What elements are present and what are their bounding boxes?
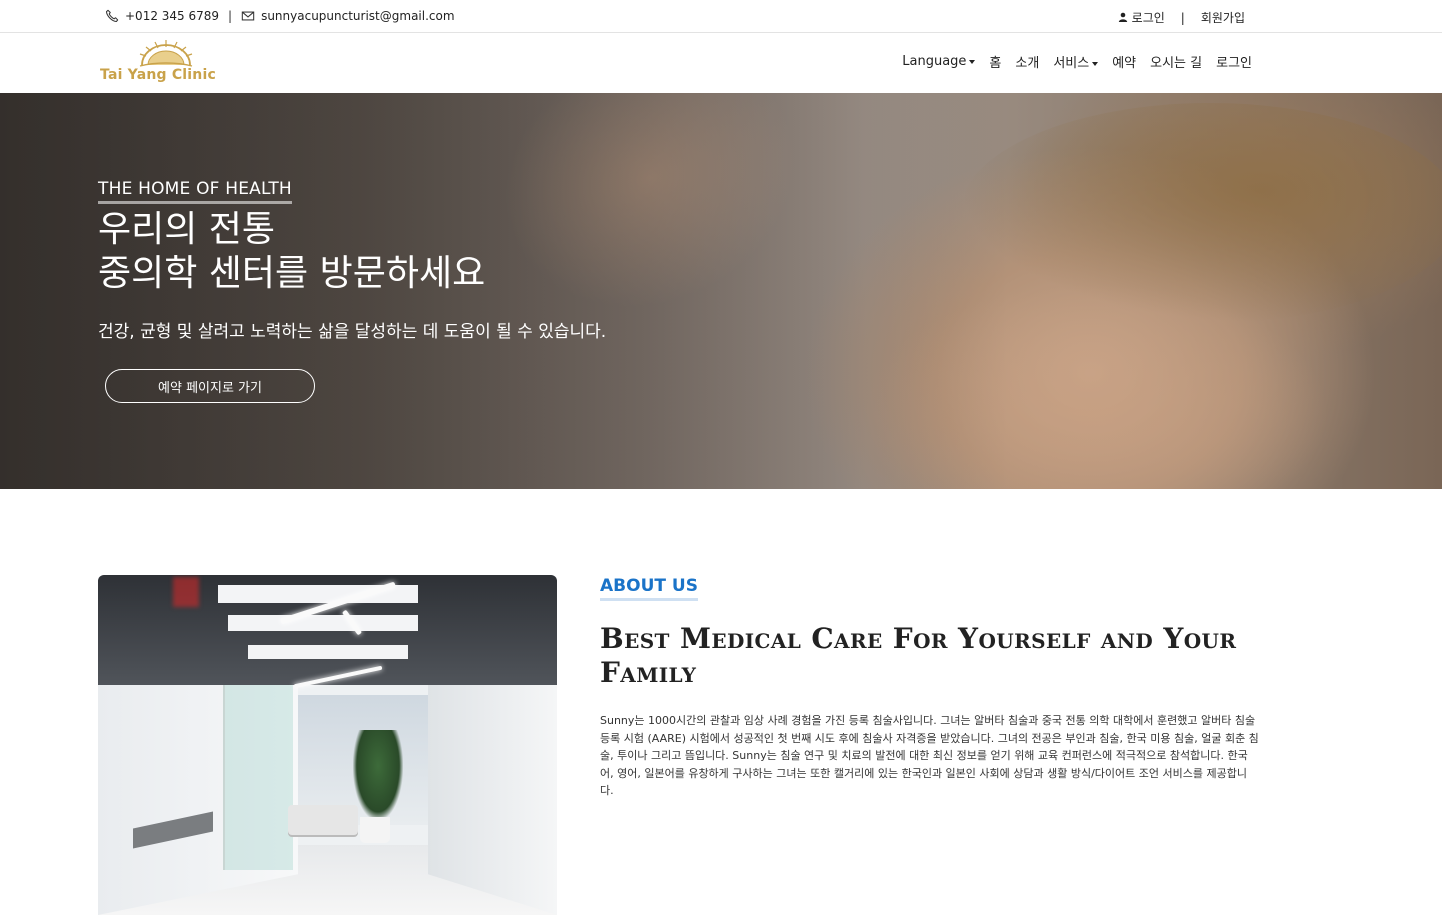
about-eyebrow: ABOUT US xyxy=(600,576,698,601)
booking-page-button[interactable]: 예약 페이지로 가기 xyxy=(105,369,315,403)
top-bar: +012 345 6789 | sunnyacupuncturist@gmail… xyxy=(0,0,1442,33)
phone-number[interactable]: +012 345 6789 xyxy=(125,9,219,23)
nav-item-services[interactable]: 서비스 xyxy=(1053,52,1099,71)
nav-item-language[interactable]: Language xyxy=(902,54,976,69)
auth-separator: | xyxy=(1180,10,1185,25)
image-ceiling-panel xyxy=(228,615,418,631)
phone-icon xyxy=(105,9,119,23)
main-navbar: Tai Yang Clinic Language 홈 소개 서비스 예약 오시는… xyxy=(0,33,1442,93)
clinic-logo[interactable]: Tai Yang Clinic xyxy=(100,39,234,85)
nav-item-directions[interactable]: 오시는 길 xyxy=(1150,52,1202,71)
hero-title-line2: 중의학 센터를 방문하세요 xyxy=(98,253,486,294)
about-description: Sunny는 1000시간의 관찰과 임상 사례 경험을 가진 등록 침술사입니… xyxy=(600,714,1259,797)
contact-info: +012 345 6789 | sunnyacupuncturist@gmail… xyxy=(105,9,455,23)
email-address[interactable]: sunnyacupuncturist@gmail.com xyxy=(261,9,454,23)
user-icon xyxy=(1118,11,1128,25)
caret-down-icon xyxy=(969,59,976,64)
signup-link[interactable]: 회원가입 xyxy=(1201,9,1245,26)
email-icon xyxy=(241,9,255,23)
nav-item-label: 서비스 xyxy=(1053,56,1090,71)
hero-eyebrow: THE HOME OF HEALTH xyxy=(98,179,292,204)
hero-title: 우리의 전통 중의학 센터를 방문하세요 xyxy=(98,208,485,296)
hero-subtitle: 건강, 균형 및 살려고 노력하는 삶을 달성하는 데 도움이 될 수 있습니다… xyxy=(98,322,607,342)
nav-item-login[interactable]: 로그인 xyxy=(1216,52,1252,71)
caret-down-icon xyxy=(1092,61,1099,66)
hero-banner: THE HOME OF HEALTH 우리의 전통 중의학 센터를 방문하세요 … xyxy=(0,93,1442,489)
auth-links: 로그인 | 회원가입 xyxy=(1118,9,1245,26)
nav-item-home[interactable]: 홈 xyxy=(989,52,1001,71)
nav-menu: Language 홈 소개 서비스 예약 오시는 길 로그인 xyxy=(902,52,1252,71)
contact-separator: | xyxy=(228,9,233,23)
image-sofa xyxy=(288,805,358,835)
image-ceiling-panel xyxy=(248,645,408,659)
hero-title-line1: 우리의 전통 xyxy=(98,209,276,250)
nav-item-about[interactable]: 소개 xyxy=(1015,52,1039,71)
logo-text: Tai Yang Clinic xyxy=(100,67,216,83)
image-plant-pot xyxy=(360,817,390,843)
clinic-hallway-image xyxy=(98,575,557,915)
image-glass-wall xyxy=(223,670,293,870)
image-exit-sign xyxy=(173,577,199,607)
login-link[interactable]: 로그인 xyxy=(1132,9,1165,26)
about-title: Best Medical Care For Yourself and Your … xyxy=(600,622,1237,689)
nav-item-booking[interactable]: 예약 xyxy=(1112,52,1136,71)
nav-item-label: Language xyxy=(902,54,967,69)
image-plant xyxy=(353,730,403,820)
